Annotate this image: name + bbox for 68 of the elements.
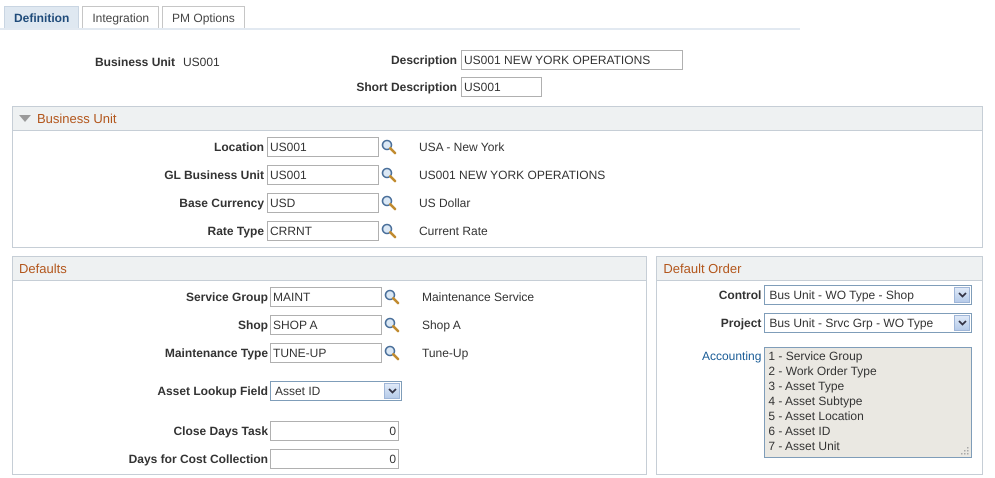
field-label: Business Unit (95, 54, 176, 71)
accounting-link[interactable]: Accounting (657, 347, 764, 365)
field-description: US Dollar (419, 195, 470, 212)
field-description: Tune-Up (422, 345, 468, 362)
list-line: 6 - Asset ID (768, 424, 830, 439)
dropdown-field[interactable]: Bus Unit - Srvc Grp - WO Type (764, 313, 972, 333)
tab[interactable]: PM Options (162, 6, 245, 28)
search-icon[interactable] (384, 289, 400, 305)
field-value: US001 (183, 54, 220, 71)
chevron-down-icon (388, 388, 396, 394)
input-field[interactable]: US001 (461, 77, 542, 97)
field-label: Shop (237, 317, 269, 334)
field-label: Description (390, 52, 457, 69)
field-label: Maintenance Type (164, 345, 269, 362)
search-icon[interactable] (384, 317, 400, 333)
field-label: Project (720, 315, 762, 332)
field-label: Service Group (184, 289, 269, 306)
dropdown-value: Bus Unit - WO Type - Shop (769, 287, 914, 304)
list-line: 4 - Asset Subtype (768, 394, 862, 409)
input-field[interactable]: US001 (267, 165, 379, 185)
chevron-down-icon (958, 320, 967, 326)
dropdown-field[interactable]: Asset ID (270, 381, 402, 401)
field-description: USA - New York (419, 139, 504, 156)
search-icon[interactable] (384, 345, 400, 361)
section-title: Defaults (19, 260, 67, 278)
field-description: US001 NEW YORK OPERATIONS (419, 167, 606, 184)
search-icon[interactable] (381, 139, 397, 155)
field-label: GL Business Unit (163, 167, 265, 184)
list-line: 3 - Asset Type (768, 379, 844, 394)
chevron-down-icon (958, 292, 967, 298)
input-field[interactable]: CRRNT (267, 221, 379, 241)
list-line: 2 - Work Order Type (768, 364, 877, 379)
input-field[interactable]: US001 NEW YORK OPERATIONS (461, 50, 683, 70)
input-field[interactable]: SHOP A (270, 315, 382, 335)
dropdown-value: Asset ID (275, 383, 320, 400)
resize-grip-icon[interactable] (960, 446, 970, 455)
field-label: Days for Cost Collection (128, 451, 269, 468)
field-label: Close Days Task (172, 423, 269, 440)
input-field[interactable]: TUNE-UP (270, 343, 382, 363)
dropdown-button[interactable] (384, 383, 400, 399)
list-line: 1 - Service Group (768, 349, 862, 364)
input-field[interactable]: MAINT (270, 287, 382, 307)
field-label: Control (718, 287, 762, 304)
tab[interactable]: Definition (4, 6, 80, 28)
field-label: Rate Type (206, 223, 265, 240)
field-description: Maintenance Service (422, 289, 534, 306)
section-title: Default Order (663, 260, 742, 278)
dropdown-button[interactable] (954, 287, 970, 303)
search-icon[interactable] (381, 223, 397, 239)
input-field[interactable]: 0 (270, 449, 399, 469)
input-field[interactable]: US001 (267, 137, 379, 157)
search-icon[interactable] (381, 167, 397, 183)
search-icon[interactable] (381, 195, 397, 211)
field-label: Short Description (355, 79, 457, 96)
field-label: Base Currency (178, 195, 265, 212)
input-field[interactable]: 0 (270, 421, 399, 441)
input-field[interactable]: USD (267, 193, 379, 213)
list-line: 5 - Asset Location (768, 409, 864, 424)
dropdown-button[interactable] (954, 315, 970, 331)
section-title: Business Unit (37, 110, 116, 128)
field-label: Asset Lookup Field (156, 383, 269, 400)
dropdown-field[interactable]: Bus Unit - WO Type - Shop (764, 285, 972, 305)
tab[interactable]: Integration (82, 6, 160, 28)
field-description: Current Rate (419, 223, 488, 240)
field-label: Location (213, 139, 265, 156)
dropdown-value: Bus Unit - Srvc Grp - WO Type (769, 315, 934, 332)
list-line: 7 - Asset Unit (768, 439, 840, 454)
field-description: Shop A (422, 317, 461, 334)
